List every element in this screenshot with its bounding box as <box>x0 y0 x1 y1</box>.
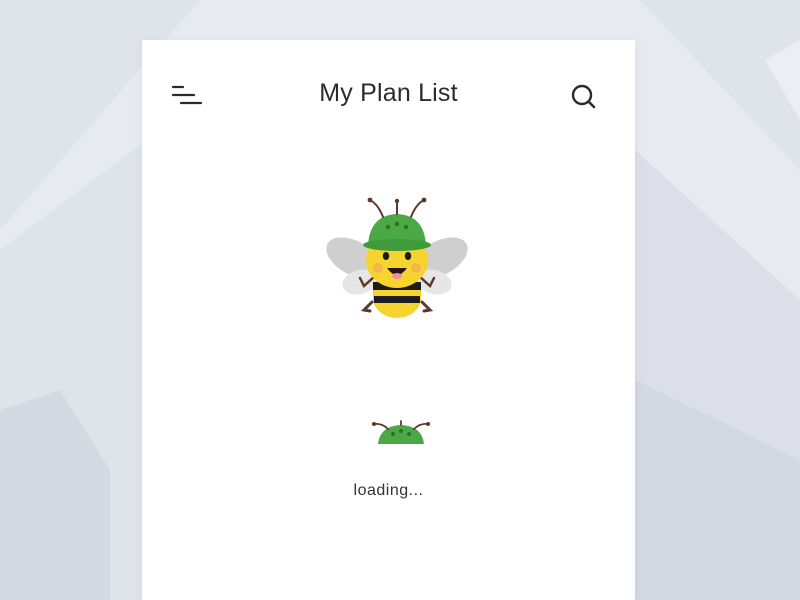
app-header: My Plan List <box>142 40 635 150</box>
search-icon <box>571 84 596 109</box>
helmet-loader-icon <box>372 420 430 444</box>
page-title: My Plan List <box>319 79 458 107</box>
loading-spinner <box>366 420 436 444</box>
bee-mascot-illustration <box>320 190 474 320</box>
loading-text: loading... <box>353 482 424 499</box>
bee-icon <box>326 197 468 318</box>
app-screen: My Plan List loading... <box>142 40 635 600</box>
search-button[interactable] <box>566 80 602 114</box>
